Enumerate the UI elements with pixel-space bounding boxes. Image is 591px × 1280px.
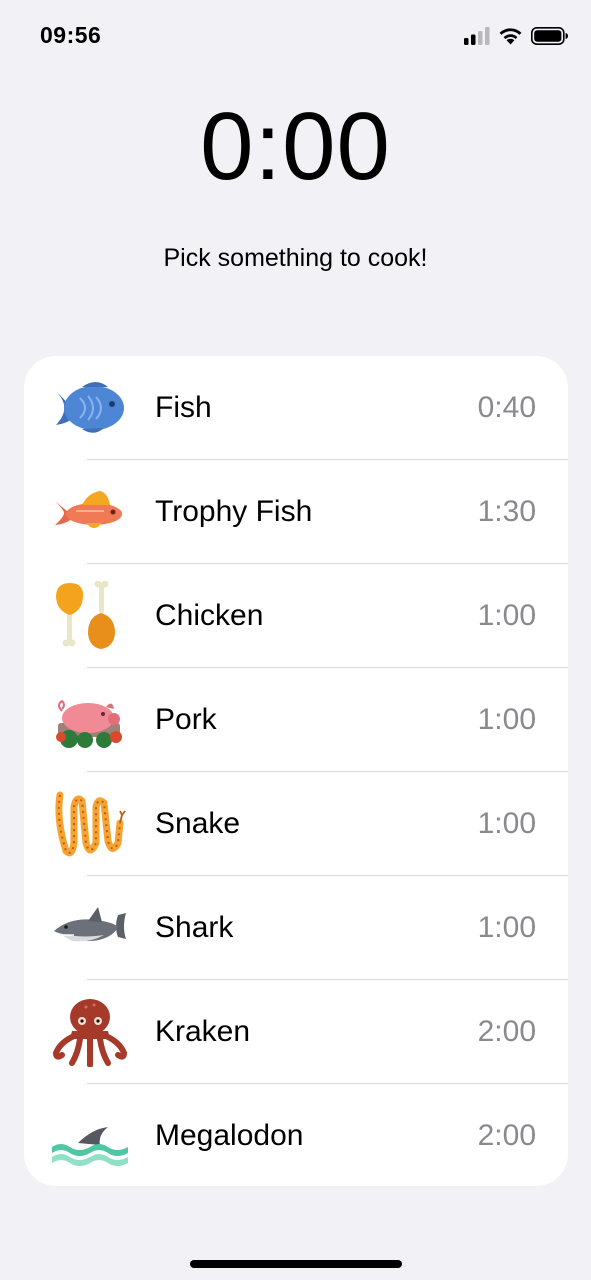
item-label: Shark [155, 911, 234, 944]
item-label: Pork [155, 703, 217, 736]
battery-icon [531, 27, 568, 45]
octopus-icon [52, 997, 128, 1067]
status-icons [464, 24, 569, 48]
item-time: 2:00 [477, 1119, 536, 1152]
item-label: Chicken [155, 599, 264, 632]
recipe-list: Fish 0:40 Trophy Fish 1:30 Chicken 1:00 … [24, 356, 568, 1186]
item-time: 1:00 [477, 807, 536, 840]
fish-icon [52, 373, 128, 443]
item-label: Megalodon [155, 1119, 304, 1152]
trophy-fish-icon [52, 477, 128, 547]
list-item-pork[interactable]: Pork 1:00 [24, 668, 568, 772]
wifi-icon [499, 28, 522, 45]
list-item-chicken[interactable]: Chicken 1:00 [24, 564, 568, 668]
signal-icon [464, 27, 490, 45]
item-label: Fish [155, 391, 212, 424]
shark-icon [52, 893, 128, 963]
snake-icon [52, 789, 128, 859]
list-item-shark[interactable]: Shark 1:00 [24, 876, 568, 980]
list-item-snake[interactable]: Snake 1:00 [24, 772, 568, 876]
status-time: 09:56 [40, 22, 102, 48]
item-time: 2:00 [477, 1015, 536, 1048]
item-label: Snake [155, 807, 241, 840]
chicken-icon [52, 581, 128, 651]
list-item-fish[interactable]: Fish 0:40 [24, 356, 568, 460]
home-indicator[interactable] [190, 1260, 402, 1268]
item-time: 1:00 [477, 703, 536, 736]
list-item-kraken[interactable]: Kraken 2:00 [24, 980, 568, 1084]
item-time: 1:00 [477, 599, 536, 632]
shark-fin-icon [52, 1101, 128, 1171]
item-time: 1:00 [477, 911, 536, 944]
item-time: 1:30 [477, 495, 536, 528]
item-label: Trophy Fish [155, 495, 313, 528]
item-label: Kraken [155, 1015, 251, 1048]
status-bar: 09:56 [0, 0, 591, 72]
timer-display: 0:00 [200, 93, 391, 200]
subtitle: Pick something to cook! [163, 244, 428, 272]
list-item-trophy-fish[interactable]: Trophy Fish 1:30 [24, 460, 568, 564]
list-item-megalodon[interactable]: Megalodon 2:00 [24, 1084, 568, 1186]
item-time: 0:40 [477, 391, 536, 424]
pig-icon [52, 685, 128, 755]
